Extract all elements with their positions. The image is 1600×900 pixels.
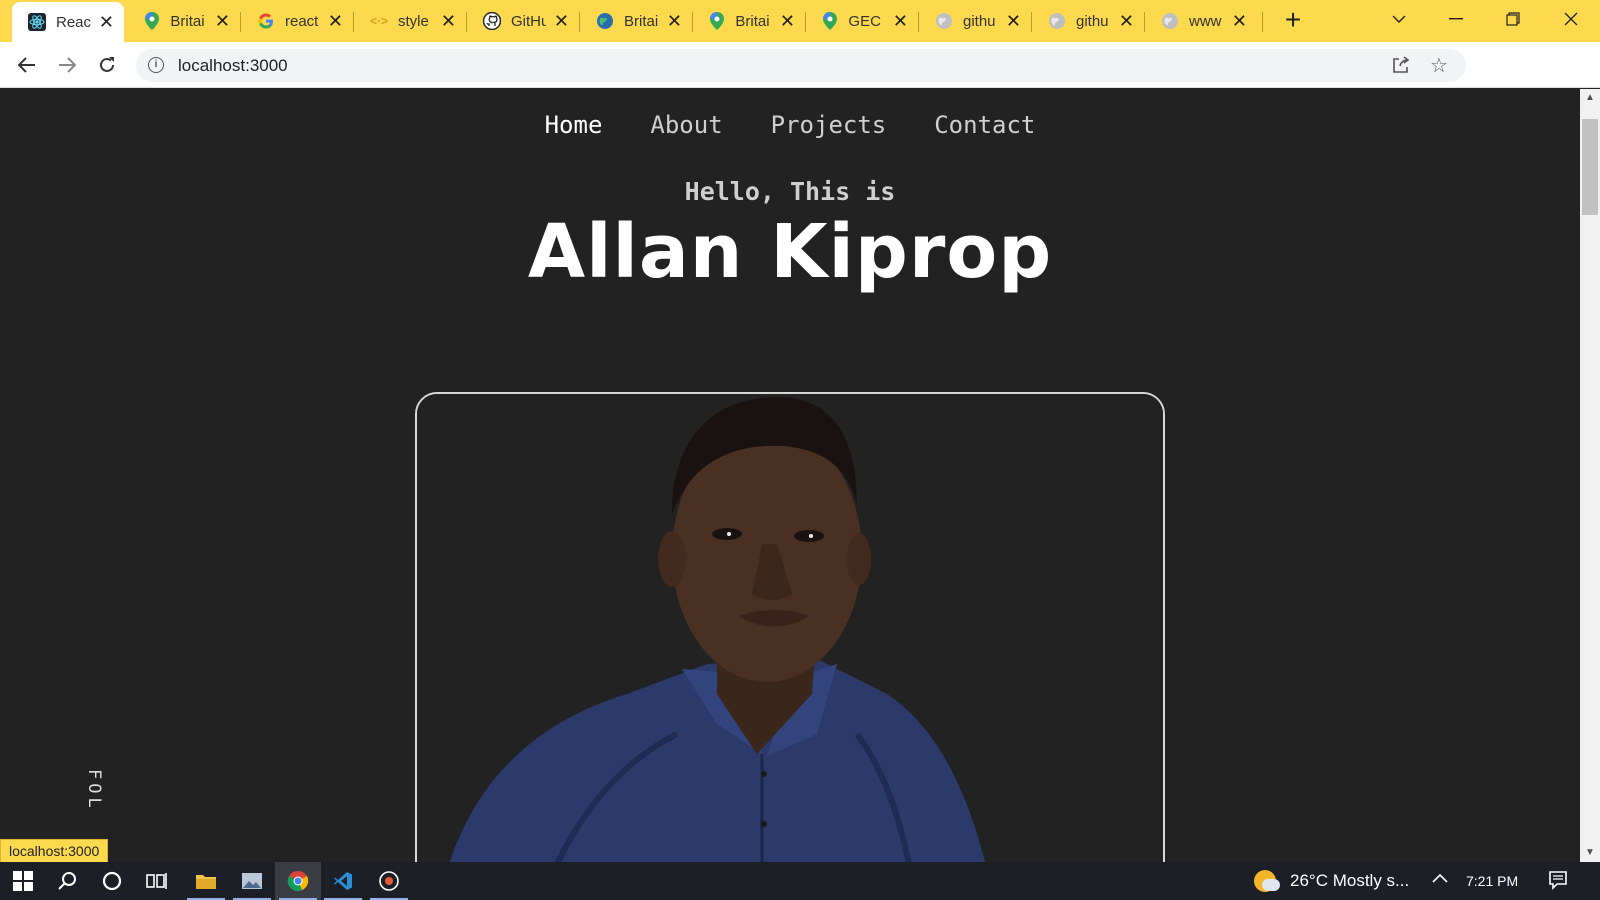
maps-pin-icon bbox=[822, 12, 838, 30]
tab-title: GEC bbox=[848, 12, 881, 30]
taskbar-clock[interactable]: 7:21 PM bbox=[1466, 873, 1518, 889]
close-tab-icon[interactable]: ✕ bbox=[328, 12, 343, 30]
close-tab-icon[interactable]: ✕ bbox=[780, 12, 795, 30]
tab-react-search[interactable]: react ✕ bbox=[241, 0, 353, 42]
task-view-icon[interactable] bbox=[134, 862, 180, 900]
media-player-icon[interactable] bbox=[366, 862, 412, 900]
tab-gec[interactable]: GEC ✕ bbox=[806, 0, 918, 42]
bookmark-star-icon[interactable]: ☆ bbox=[1430, 53, 1448, 78]
address-bar[interactable]: i localhost:3000 ☆ bbox=[136, 49, 1466, 82]
scroll-up-arrow-icon[interactable]: ▲ bbox=[1580, 89, 1600, 107]
file-explorer-icon[interactable] bbox=[183, 862, 229, 900]
url-text[interactable]: localhost:3000 bbox=[178, 56, 288, 76]
scrollbar-thumb[interactable] bbox=[1582, 119, 1598, 215]
close-tab-icon[interactable]: ✕ bbox=[1232, 12, 1247, 30]
tab-title: Britai bbox=[735, 12, 770, 30]
close-tab-icon[interactable]: ✕ bbox=[1006, 12, 1021, 30]
close-tab-icon[interactable]: ✕ bbox=[441, 12, 456, 30]
nav-home[interactable]: Home bbox=[545, 111, 603, 139]
cortana-icon[interactable] bbox=[89, 862, 135, 900]
google-icon bbox=[257, 12, 275, 30]
tab-britannica-1[interactable]: Britai ✕ bbox=[128, 0, 240, 42]
follow-vertical-text: FOL bbox=[84, 769, 104, 812]
tab-britannica-2[interactable]: Britai ✕ bbox=[580, 0, 692, 42]
maps-pin-icon bbox=[144, 12, 160, 30]
profile-photo bbox=[415, 392, 1165, 862]
reload-button[interactable] bbox=[92, 50, 122, 80]
tab-strip: React ✕ Britai ✕ react ✕ <·> style ✕ Git… bbox=[0, 0, 1600, 42]
close-tab-icon[interactable]: ✕ bbox=[554, 12, 569, 30]
maps-pin-icon bbox=[709, 12, 725, 30]
share-icon[interactable] bbox=[1391, 55, 1411, 80]
tab-www[interactable]: www ✕ bbox=[1145, 0, 1257, 42]
nav-projects[interactable]: Projects bbox=[771, 111, 887, 139]
tab-styled[interactable]: <·> style ✕ bbox=[354, 0, 466, 42]
notification-icon[interactable] bbox=[1548, 870, 1568, 895]
windows-taskbar: 26°C Mostly s... 7:21 PM bbox=[0, 862, 1600, 900]
tab-search-chevron-icon[interactable] bbox=[1376, 0, 1422, 38]
weather-widget[interactable]: 26°C Mostly s... bbox=[1254, 870, 1409, 892]
tab-title: GitHu bbox=[511, 12, 546, 30]
site-nav: Home About Projects Contact bbox=[0, 111, 1580, 139]
forward-button[interactable] bbox=[52, 50, 82, 80]
photos-app-icon[interactable] bbox=[229, 862, 275, 900]
restore-button[interactable] bbox=[1490, 0, 1536, 38]
back-button[interactable] bbox=[12, 50, 42, 80]
greeting-text: Hello, This is bbox=[684, 177, 896, 206]
close-tab-icon[interactable]: ✕ bbox=[1119, 12, 1134, 30]
browser-toolbar: i localhost:3000 ☆ ⋮ bbox=[0, 42, 1600, 121]
github-icon bbox=[483, 12, 501, 30]
vscode-icon[interactable] bbox=[320, 862, 366, 900]
nav-about[interactable]: About bbox=[650, 111, 722, 139]
site-info-icon[interactable]: i bbox=[148, 57, 164, 73]
tab-title: www bbox=[1189, 12, 1222, 30]
tab-britannica-3[interactable]: Britai ✕ bbox=[693, 0, 805, 42]
tab-github[interactable]: GitHu ✕ bbox=[467, 0, 579, 42]
tab-title: react bbox=[285, 12, 319, 30]
globe-icon bbox=[1161, 12, 1179, 30]
globe-icon bbox=[935, 12, 953, 30]
search-icon[interactable] bbox=[44, 862, 90, 900]
partly-cloudy-icon bbox=[1254, 870, 1280, 892]
close-tab-icon[interactable]: ✕ bbox=[99, 13, 114, 31]
weather-text: 26°C Mostly s... bbox=[1290, 871, 1410, 890]
close-window-button[interactable] bbox=[1548, 0, 1594, 38]
tab-github-2[interactable]: githu ✕ bbox=[919, 0, 1031, 42]
scroll-down-arrow-icon[interactable]: ▼ bbox=[1580, 844, 1600, 862]
page-scrollbar[interactable]: ▲ ▼ bbox=[1580, 89, 1600, 862]
tab-separator bbox=[1262, 12, 1263, 32]
close-tab-icon[interactable]: ✕ bbox=[893, 12, 908, 30]
tab-title: style bbox=[398, 12, 429, 30]
tab-title: Britai bbox=[170, 12, 205, 30]
tab-title: githu bbox=[1076, 12, 1109, 30]
tab-title: Britai bbox=[624, 12, 659, 30]
tab-title: React bbox=[56, 13, 91, 31]
tab-react[interactable]: React ✕ bbox=[12, 2, 124, 42]
status-bar-url: localhost:3000 bbox=[0, 839, 109, 863]
close-tab-icon[interactable]: ✕ bbox=[215, 12, 230, 30]
page-viewport: Home About Projects Contact Hello, This … bbox=[0, 89, 1580, 862]
minimize-button[interactable] bbox=[1433, 0, 1479, 38]
react-icon bbox=[28, 13, 46, 31]
tray-chevron-up-icon[interactable] bbox=[1432, 870, 1448, 888]
tab-github-3[interactable]: githu ✕ bbox=[1032, 0, 1144, 42]
chrome-taskbar-icon[interactable] bbox=[275, 862, 321, 900]
globe-icon bbox=[1048, 12, 1066, 30]
globe-icon bbox=[596, 12, 614, 30]
close-tab-icon[interactable]: ✕ bbox=[667, 12, 682, 30]
new-tab-button[interactable]: + bbox=[1278, 6, 1308, 36]
windows-start-icon[interactable] bbox=[0, 862, 46, 900]
hero-name: Allan Kiprop bbox=[527, 209, 1053, 295]
tab-title: githu bbox=[963, 12, 996, 30]
code-icon: <·> bbox=[370, 14, 389, 28]
nav-contact[interactable]: Contact bbox=[934, 111, 1035, 139]
